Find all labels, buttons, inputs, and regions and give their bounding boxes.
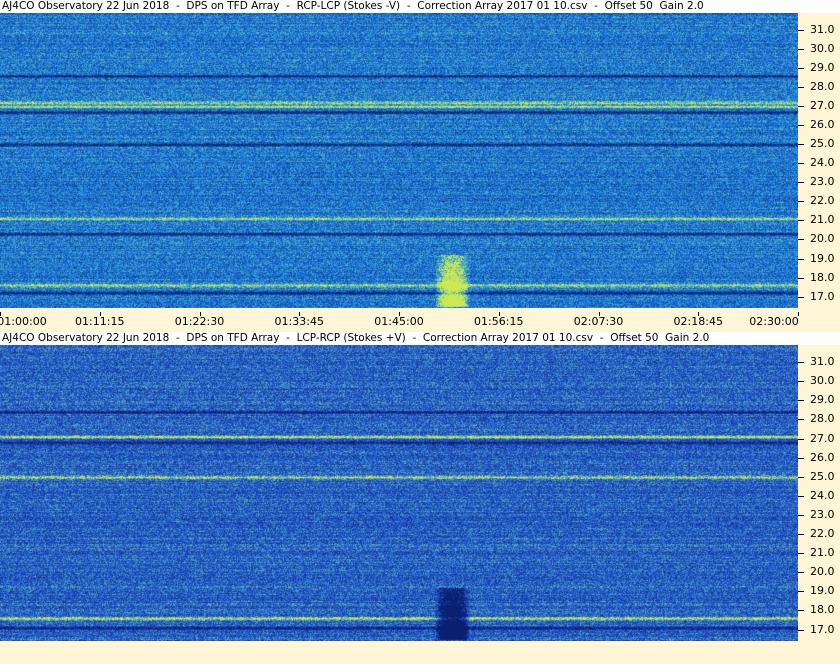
y-tick-label: 24.0 <box>810 488 835 502</box>
y-tick <box>798 277 804 279</box>
y-tick <box>798 572 804 574</box>
y-tick <box>798 106 804 108</box>
y-tick-label: 20.0 <box>810 232 835 246</box>
y-tick-label: 24.0 <box>810 156 835 170</box>
y-tick <box>798 591 804 593</box>
panel-1-frequency-axis: 31.0 30.0 29.0 28.0 27.0 26.0 25.0 24.0 23.0 22.0… <box>798 13 840 308</box>
y-tick <box>798 258 804 260</box>
y-tick <box>798 629 804 631</box>
y-tick-label: 23.0 <box>810 175 835 189</box>
y-tick <box>798 381 804 383</box>
y-tick-label: 18.0 <box>810 270 835 284</box>
y-tick <box>798 30 804 32</box>
panel-2-spectrogram <box>0 345 798 641</box>
y-tick <box>798 220 804 222</box>
y-tick <box>798 610 804 612</box>
y-tick-label: 29.0 <box>810 393 835 407</box>
y-tick-label: 21.0 <box>810 546 835 560</box>
y-tick-label: 27.0 <box>810 431 835 445</box>
x-tick-label: 01:11:15 <box>75 315 125 328</box>
x-tick-label: 02:30:00 <box>749 315 799 328</box>
y-tick-label: 25.0 <box>810 469 835 483</box>
y-tick <box>798 182 804 184</box>
x-tick-label: 01:45:00 <box>374 315 424 328</box>
y-tick-label: 22.0 <box>810 527 835 541</box>
y-tick <box>798 296 804 298</box>
y-tick-label: 19.0 <box>810 251 835 265</box>
y-tick-label: 23.0 <box>810 507 835 521</box>
x-tick-label: 01:33:45 <box>274 315 324 328</box>
x-tick-label: 01:22:30 <box>174 315 225 328</box>
y-tick-label: 28.0 <box>810 80 835 94</box>
y-tick <box>798 514 804 516</box>
y-tick-label: 28.0 <box>810 412 835 426</box>
panel-1-title: AJ4CO Observatory 22 Jun 2018 - DPS on T… <box>0 0 840 13</box>
y-tick <box>798 68 804 70</box>
y-tick-label: 20.0 <box>810 565 835 579</box>
x-tick-label: 01:00:00 <box>0 315 47 328</box>
y-tick-label: 25.0 <box>810 137 835 151</box>
panel-2-title: AJ4CO Observatory 22 Jun 2018 - DPS on T… <box>0 332 840 345</box>
y-tick <box>798 419 804 421</box>
y-tick <box>798 476 804 478</box>
y-tick-label: 31.0 <box>810 355 835 369</box>
y-tick <box>798 87 804 89</box>
y-tick <box>798 400 804 402</box>
y-tick <box>798 201 804 203</box>
y-tick <box>798 553 804 555</box>
y-tick-label: 30.0 <box>810 374 835 388</box>
y-tick <box>798 49 804 51</box>
y-tick-label: 26.0 <box>810 450 835 464</box>
panel-2-frequency-axis: 31.0 30.0 29.0 28.0 27.0 26.0 25.0 24.0 23.0 22.0… <box>798 345 840 641</box>
y-tick-label: 22.0 <box>810 194 835 208</box>
x-tick-label: 01:56:15 <box>474 315 524 328</box>
y-tick-label: 17.0 <box>810 622 835 636</box>
y-tick-label: 18.0 <box>810 603 835 617</box>
y-tick-label: 17.0 <box>810 289 835 303</box>
y-tick-label: 19.0 <box>810 584 835 598</box>
y-tick <box>798 144 804 146</box>
panel-1-spectrogram <box>0 13 798 308</box>
y-tick-label: 29.0 <box>810 61 835 75</box>
y-tick <box>798 457 804 459</box>
y-tick <box>798 495 804 497</box>
y-tick-label: 30.0 <box>810 42 835 56</box>
y-tick <box>798 438 804 440</box>
x-tick-label: 02:07:30 <box>573 315 624 328</box>
y-tick-label: 31.0 <box>810 23 835 37</box>
y-tick <box>798 239 804 241</box>
time-axis: 01:00:00 01:11:15 01:22:30 01:33:45 01:45:00… <box>0 312 840 330</box>
y-tick <box>798 125 804 127</box>
x-tick-label: 02:18:45 <box>673 315 723 328</box>
y-tick <box>798 362 804 364</box>
y-tick-label: 26.0 <box>810 118 835 132</box>
y-tick-label: 27.0 <box>810 99 835 113</box>
y-tick <box>798 534 804 536</box>
y-tick-label: 21.0 <box>810 213 835 227</box>
y-tick <box>798 163 804 165</box>
